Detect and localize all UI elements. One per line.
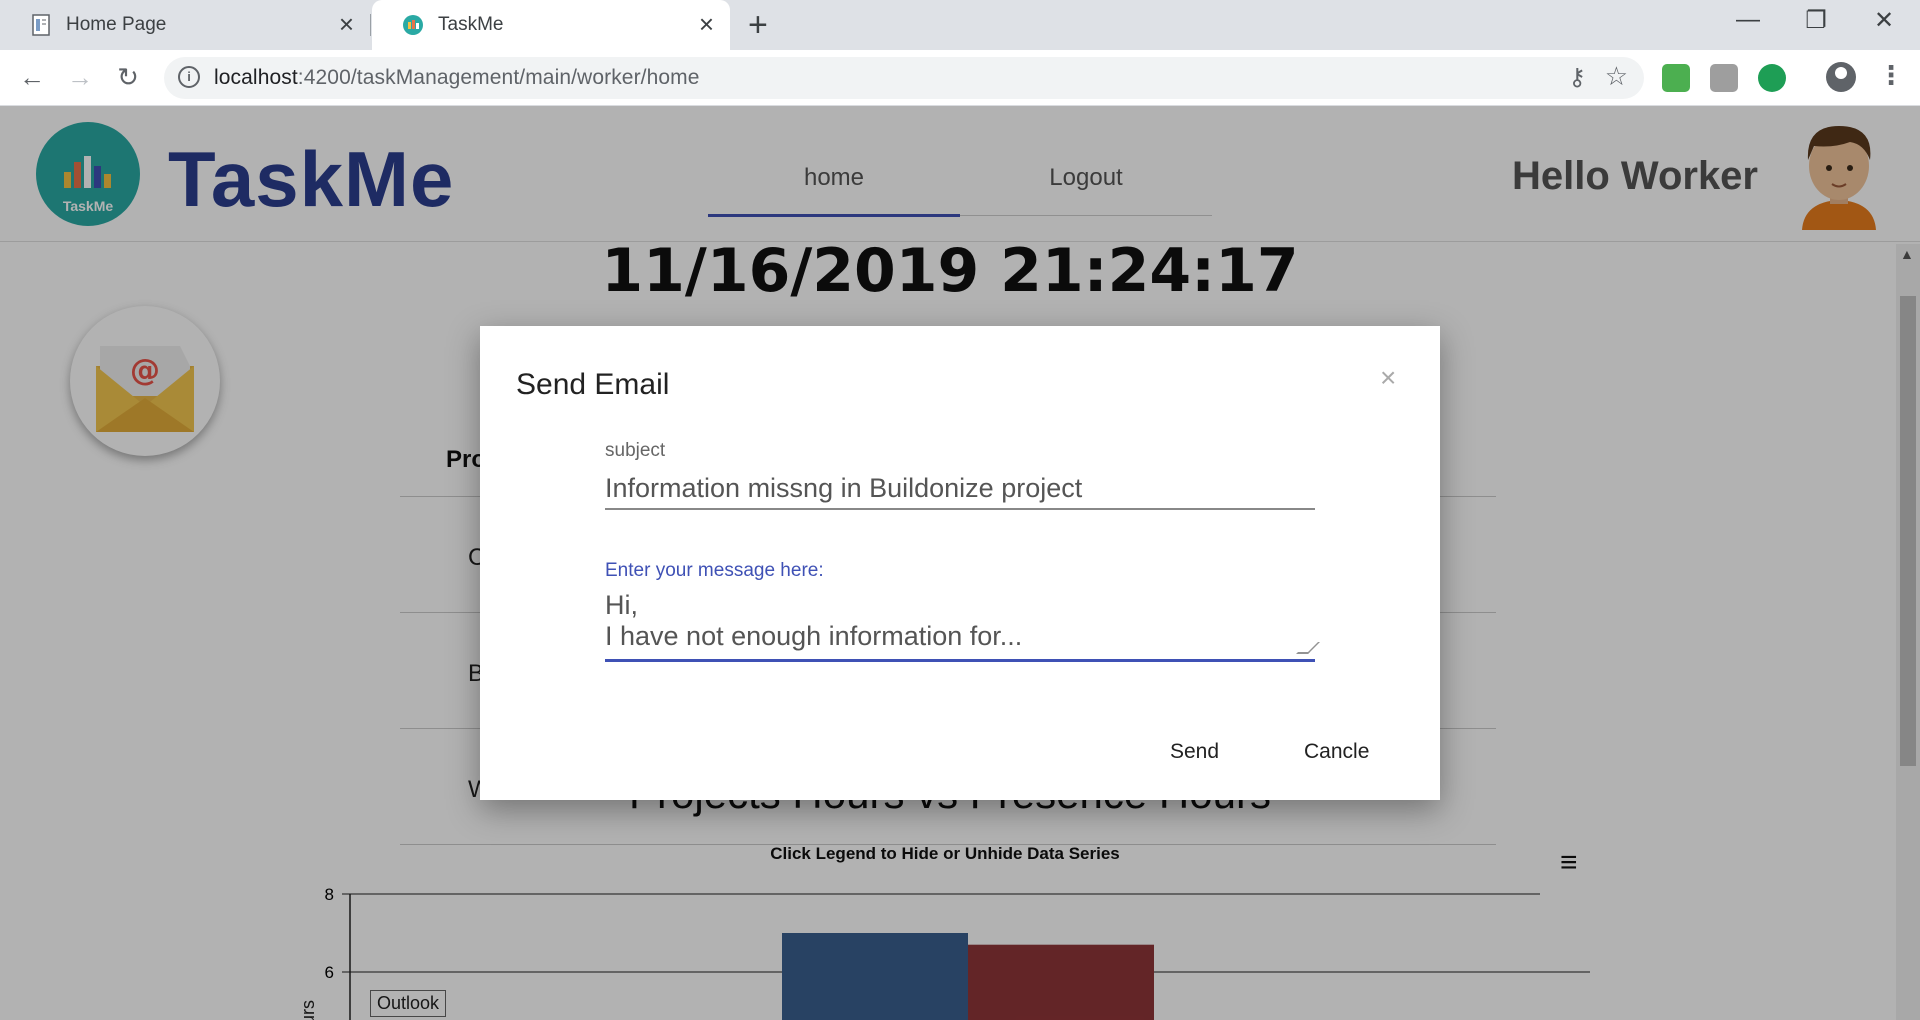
close-icon[interactable]: ×: [339, 10, 354, 38]
extension-icon[interactable]: [1710, 64, 1738, 92]
send-button[interactable]: Send: [1170, 740, 1219, 764]
tab-title: TaskMe: [438, 14, 504, 35]
url-path: :4200/taskManagement/main/worker/home: [297, 66, 700, 89]
tab-taskme[interactable]: TaskMe ×: [372, 0, 730, 50]
message-label: Enter your message here:: [605, 560, 824, 581]
minimize-icon[interactable]: —: [1718, 6, 1778, 34]
restore-icon[interactable]: ❐: [1786, 6, 1846, 35]
tab-home-page[interactable]: Home Page ×: [0, 0, 370, 50]
browser-toolbar: ← → ↻ i localhost:4200/taskManagement/ma…: [0, 50, 1920, 106]
subject-label: subject: [605, 440, 666, 461]
cancel-button[interactable]: Cancle: [1304, 740, 1369, 764]
tab-separator: [370, 14, 371, 36]
browser-tab-bar: Home Page × TaskMe × + — ❐ ✕: [0, 0, 1920, 50]
key-icon[interactable]: ⚷: [1568, 63, 1586, 92]
message-textarea[interactable]: Hi, I have not enough information for...: [605, 590, 1315, 662]
address-bar[interactable]: i localhost:4200/taskManagement/main/wor…: [164, 57, 1644, 99]
extension-icon[interactable]: [1662, 64, 1690, 92]
new-tab-icon[interactable]: +: [748, 6, 768, 45]
send-email-modal: Send Email × subject Enter your message …: [480, 326, 1440, 800]
forward-arrow-icon[interactable]: →: [62, 62, 98, 93]
more-menu-icon[interactable]: ⋮: [1878, 60, 1904, 91]
tab-title: Home Page: [66, 14, 167, 35]
document-icon: [32, 14, 50, 36]
close-icon[interactable]: ×: [699, 10, 714, 38]
url-host: localhost: [214, 66, 298, 89]
info-icon[interactable]: i: [178, 66, 200, 88]
close-window-icon[interactable]: ✕: [1854, 6, 1914, 35]
bookmark-star-icon[interactable]: ☆: [1605, 61, 1628, 92]
taskme-favicon-icon: [403, 15, 423, 35]
modal-title: Send Email: [516, 368, 670, 401]
reload-icon[interactable]: ↻: [110, 62, 146, 93]
close-icon[interactable]: ×: [1380, 362, 1396, 394]
url-text[interactable]: localhost:4200/taskManagement/main/worke…: [214, 66, 700, 90]
profile-icon[interactable]: [1826, 62, 1856, 92]
extension-icon[interactable]: [1758, 64, 1786, 92]
back-arrow-icon[interactable]: ←: [14, 62, 50, 93]
subject-input[interactable]: [605, 468, 1315, 510]
